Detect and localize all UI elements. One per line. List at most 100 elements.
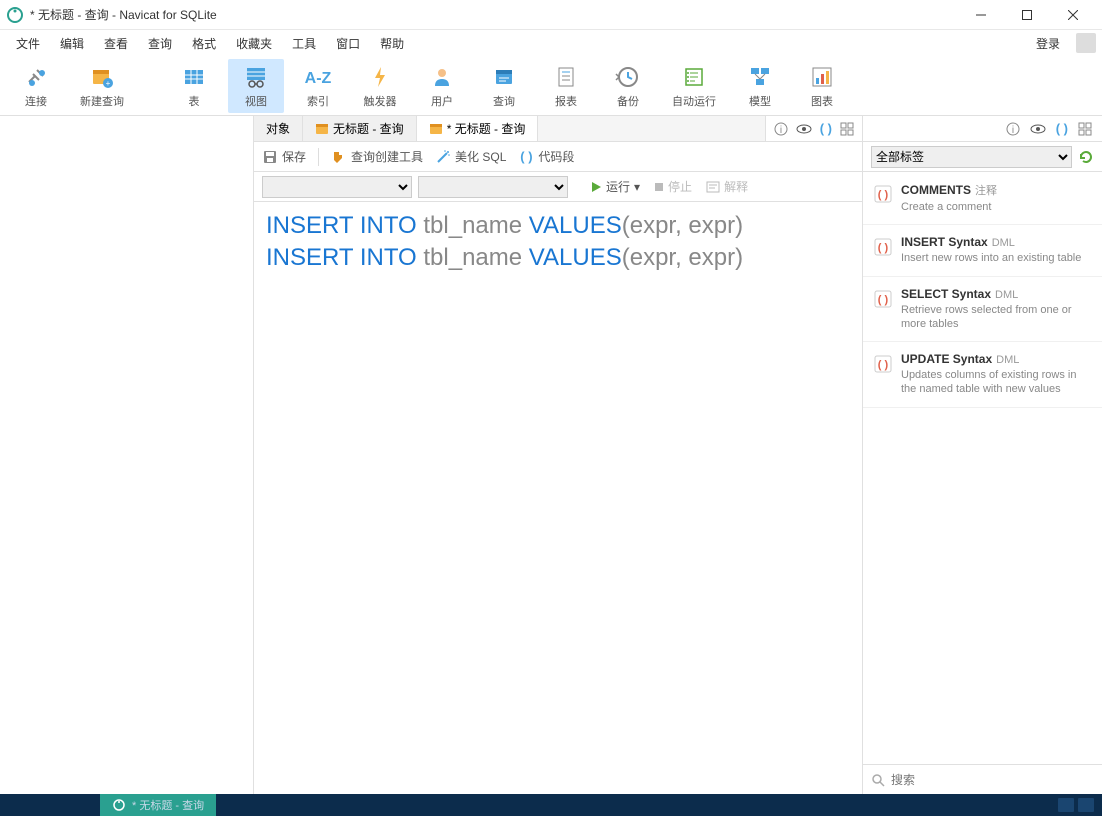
query-builder-button[interactable]: 查询创建工具 — [331, 148, 423, 165]
snippet-button[interactable]: ( ) 代码段 — [518, 148, 574, 165]
menu-window[interactable]: 窗口 — [326, 31, 370, 56]
tool-trigger-label: 触发器 — [364, 93, 397, 109]
status-current-tab[interactable]: * 无标题 - 查询 — [100, 794, 216, 816]
tool-model-label: 模型 — [749, 93, 771, 109]
menu-edit[interactable]: 编辑 — [50, 31, 94, 56]
code-icon[interactable]: ( ) — [1056, 121, 1068, 136]
menu-tools[interactable]: 工具 — [282, 31, 326, 56]
svg-text:( ): ( ) — [878, 294, 889, 306]
tool-new-query-label: 新建查询 — [80, 93, 124, 109]
chevron-down-icon: ▾ — [634, 180, 640, 194]
tool-index[interactable]: A-Z 索引 — [290, 59, 346, 113]
menu-help[interactable]: 帮助 — [370, 31, 414, 56]
minimize-button[interactable] — [958, 0, 1004, 30]
snippet-item[interactable]: ( ) UPDATE SyntaxDML Updates columns of … — [863, 342, 1102, 408]
svg-text:A-Z: A-Z — [305, 70, 332, 87]
tool-index-label: 索引 — [307, 93, 329, 109]
query-icon — [491, 63, 517, 91]
status-icon-2[interactable] — [1078, 798, 1094, 812]
snippet-item[interactable]: ( ) COMMENTS注释 Create a comment — [863, 172, 1102, 225]
chart-icon — [809, 63, 835, 91]
tool-view[interactable]: 视图 — [228, 59, 284, 113]
titlebar: * 无标题 - 查询 - Navicat for SQLite — [0, 0, 1102, 30]
tab-objects[interactable]: 对象 — [254, 116, 303, 141]
sql-editor[interactable]: INSERT INTO tbl_name VALUES(expr, expr) … — [254, 202, 862, 794]
explain-icon — [706, 181, 720, 193]
menu-query[interactable]: 查询 — [138, 31, 182, 56]
snippet-item[interactable]: ( ) INSERT SyntaxDML Insert new rows int… — [863, 225, 1102, 276]
snippet-icon: ( ) — [873, 354, 893, 374]
grid-icon[interactable] — [840, 122, 854, 136]
stop-label: 停止 — [668, 178, 692, 195]
info-icon[interactable]: i — [1006, 122, 1020, 136]
index-icon: A-Z — [303, 63, 333, 91]
maximize-button[interactable] — [1004, 0, 1050, 30]
app-icon — [6, 6, 24, 24]
save-label: 保存 — [282, 148, 306, 165]
snippet-item[interactable]: ( ) SELECT SyntaxDML Retrieve rows selec… — [863, 277, 1102, 343]
svg-text:( ): ( ) — [878, 242, 889, 254]
menu-favorites[interactable]: 收藏夹 — [226, 31, 282, 56]
tab-untitled-2[interactable]: * 无标题 - 查询 — [417, 116, 539, 141]
search-icon — [871, 773, 885, 787]
close-button[interactable] — [1050, 0, 1096, 30]
snippet-search-input[interactable] — [891, 773, 1094, 787]
tab-untitled-1-label: 无标题 - 查询 — [333, 120, 404, 137]
run-button[interactable]: 运行 ▾ — [586, 176, 644, 197]
tool-chart[interactable]: 图表 — [794, 59, 850, 113]
refresh-icon[interactable] — [1078, 149, 1094, 165]
tag-filter-select[interactable]: 全部标签 — [871, 146, 1072, 168]
model-icon — [747, 63, 773, 91]
tab-untitled-1[interactable]: 无标题 - 查询 — [303, 116, 417, 141]
menu-view[interactable]: 查看 — [94, 31, 138, 56]
eye-icon[interactable] — [796, 122, 812, 136]
grid-icon[interactable] — [1078, 122, 1092, 136]
connection-tree-pane — [0, 116, 254, 794]
snippets-pane: i ( ) 全部标签 ( ) COMMENTS注释 Create a comme… — [862, 116, 1102, 794]
beautify-label: 美化 SQL — [455, 148, 506, 165]
view-icon — [243, 63, 269, 91]
tool-table[interactable]: 表 — [166, 59, 222, 113]
save-button[interactable]: 保存 — [262, 148, 306, 165]
editor-sub-toolbar: 保存 查询创建工具 美化 SQL ( ) 代码段 — [254, 142, 862, 172]
tool-connect-label: 连接 — [25, 93, 47, 109]
status-left[interactable] — [0, 794, 100, 816]
tool-autorun[interactable]: 自动运行 — [662, 59, 726, 113]
tool-backup-label: 备份 — [617, 93, 639, 109]
hammer-icon — [331, 149, 347, 165]
tool-user[interactable]: 用户 — [414, 59, 470, 113]
explain-button[interactable]: 解释 — [702, 176, 752, 197]
tool-report[interactable]: 报表 — [538, 59, 594, 113]
main-toolbar: 连接 + 新建查询 表 视图 A-Z 索引 触发器 用户 查询 报表 备份 自动… — [0, 56, 1102, 116]
beautify-button[interactable]: 美化 SQL — [435, 148, 506, 165]
explain-label: 解释 — [724, 178, 748, 195]
stop-icon — [654, 182, 664, 192]
snippet-paren-icon: ( ) — [518, 149, 534, 165]
tab-objects-label: 对象 — [266, 120, 290, 137]
run-label: 运行 — [606, 178, 630, 195]
svg-text:( ): ( ) — [878, 189, 889, 201]
snippet-label: 代码段 — [538, 148, 574, 165]
tool-model[interactable]: 模型 — [732, 59, 788, 113]
tool-view-label: 视图 — [245, 93, 267, 109]
database-select[interactable] — [418, 176, 568, 198]
connection-select[interactable] — [262, 176, 412, 198]
tool-query[interactable]: 查询 — [476, 59, 532, 113]
login-link[interactable]: 登录 — [1026, 31, 1070, 56]
menu-format[interactable]: 格式 — [182, 31, 226, 56]
code-icon[interactable]: ( ) — [820, 121, 832, 136]
status-icon-1[interactable] — [1058, 798, 1074, 812]
info-icon[interactable]: i — [774, 122, 788, 136]
stop-button[interactable]: 停止 — [650, 176, 696, 197]
tool-chart-label: 图表 — [811, 93, 833, 109]
editor-tabs: 对象 无标题 - 查询 * 无标题 - 查询 i ( ) — [254, 116, 862, 142]
eye-icon[interactable] — [1030, 122, 1046, 136]
svg-text:( ): ( ) — [878, 359, 889, 371]
tool-trigger[interactable]: 触发器 — [352, 59, 408, 113]
avatar-icon[interactable] — [1076, 33, 1096, 53]
tool-new-query[interactable]: + 新建查询 — [70, 59, 134, 113]
tool-connect[interactable]: 连接 — [8, 59, 64, 113]
menu-file[interactable]: 文件 — [6, 31, 50, 56]
tool-backup[interactable]: 备份 — [600, 59, 656, 113]
play-icon — [590, 181, 602, 193]
